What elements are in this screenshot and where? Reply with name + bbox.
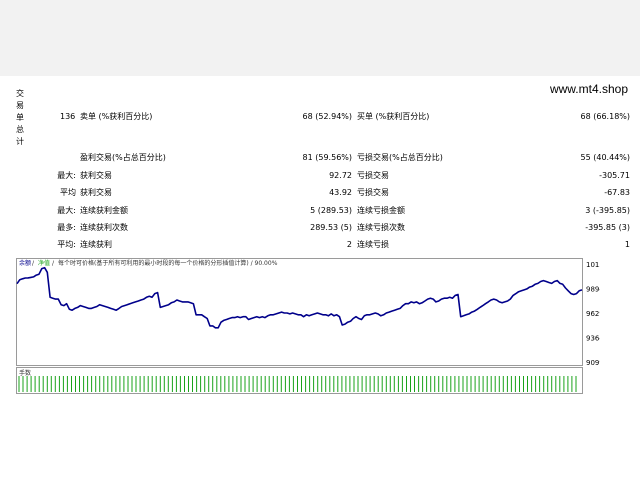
- average-profit-value: 43.92: [329, 188, 352, 197]
- legend-balance: 余额: [19, 259, 31, 267]
- buy-label: 买单 (%获利百分比): [357, 112, 430, 121]
- avg-consecutive-wins-value: 2: [346, 240, 352, 249]
- largest-loss-value: -305.71: [599, 171, 630, 180]
- legend-equity: 净值: [38, 259, 50, 267]
- largest-loss-label: 亏损交易: [357, 171, 389, 180]
- total-trades: 136: [60, 112, 76, 121]
- row-prefix: 平均:: [57, 240, 76, 249]
- balance-chart-svg: 余额 / 净值 / 每个时可价格(基于所有可利用的最小时段的每一个价格的分形插值…: [16, 258, 608, 402]
- profit-trades-label: 盈利交易(%占总百分比): [80, 153, 166, 162]
- buy-value: 68 (66.18%): [580, 112, 630, 121]
- row-prefix: 最大:: [57, 206, 76, 215]
- y-tick-label: 9894: [586, 286, 600, 294]
- stats-row-max-count: 最多: 连续获利次数 289.53 (5) 连续亏损次数 -395.85 (3): [0, 221, 640, 235]
- max-consecutive-wins-label: 连续获利金额: [80, 206, 128, 215]
- section-title-char: 总: [16, 125, 24, 134]
- stats-row-max-consecutive: 最大: 连续获利金额 5 (289.53) 连续亏损金额 3 (-395.85): [0, 204, 640, 218]
- sell-label: 卖单 (%获利百分比): [80, 112, 153, 121]
- stats-row-profit-loss: 盈利交易(%占总百分比) 81 (59.56%) 亏损交易(%占总百分比) 55…: [0, 151, 640, 165]
- y-axis: 10159 9894 9629 9364 9099: [586, 261, 608, 367]
- max-loss-count-value: -395.85 (3): [585, 223, 630, 232]
- avg-consecutive-wins-label: 连续获利: [80, 240, 112, 249]
- loss-trades-value: 55 (40.44%): [580, 153, 630, 162]
- bottom-blank: [0, 410, 640, 480]
- average-loss-value: -67.83: [604, 188, 630, 197]
- chart-legend: 余额 / 净值 / 每个时可价格(基于所有可利用的最小时段的每一个价格的分形插值…: [19, 259, 278, 267]
- stats-row-avg-consecutive: 平均: 连续获利 2 连续亏损 1: [0, 238, 640, 252]
- lots-panel-frame: [16, 367, 583, 394]
- stats-row-average: 平均 获利交易 43.92 亏损交易 -67.83: [0, 186, 640, 200]
- balance-chart: 余额 / 净值 / 每个时可价格(基于所有可利用的最小时段的每一个价格的分形插值…: [16, 258, 608, 402]
- loss-trades-label: 亏损交易(%占总百分比): [357, 153, 443, 162]
- section-title-char: 计: [16, 137, 24, 146]
- y-tick-label: 10159: [586, 261, 600, 269]
- profit-trades-value: 81 (59.56%): [302, 153, 352, 162]
- avg-consecutive-losses-label: 连续亏损: [357, 240, 389, 249]
- average-profit-label: 获利交易: [80, 188, 112, 197]
- chart-plot-frame: [16, 258, 583, 366]
- stats-row-orders: 136 卖单 (%获利百分比) 68 (52.94%) 买单 (%获利百分比) …: [0, 110, 640, 124]
- max-win-count-label: 连续获利次数: [80, 223, 128, 232]
- max-consecutive-losses-label: 连续亏损金额: [357, 206, 405, 215]
- avg-consecutive-losses-value: 1: [624, 240, 630, 249]
- y-tick-label: 9099: [586, 359, 600, 367]
- lots-label: 手数: [19, 369, 31, 377]
- average-loss-label: 亏损交易: [357, 188, 389, 197]
- top-banner: [0, 0, 640, 76]
- max-loss-count-label: 连续亏损次数: [357, 223, 405, 232]
- y-tick-label: 9364: [586, 335, 600, 343]
- largest-profit-label: 获利交易: [80, 171, 112, 180]
- stats-row-largest: 最大: 获利交易 92.72 亏损交易 -305.71: [0, 169, 640, 183]
- row-prefix: 平均: [60, 188, 76, 197]
- row-prefix: 最多:: [57, 223, 76, 232]
- max-win-count-value: 289.53 (5): [310, 223, 352, 232]
- sell-value: 68 (52.94%): [302, 112, 352, 121]
- largest-profit-value: 92.72: [329, 171, 352, 180]
- y-tick-label: 9629: [586, 310, 600, 318]
- max-consecutive-wins-value: 5 (289.53): [310, 206, 352, 215]
- row-prefix: 最大:: [57, 171, 76, 180]
- site-watermark: www.mt4.shop: [549, 82, 628, 96]
- legend-description: 每个时可价格(基于所有可利用的最小时段的每一个价格的分形插值计算) / 90.0…: [58, 259, 278, 267]
- max-consecutive-losses-value: 3 (-395.85): [585, 206, 630, 215]
- section-title-char: 交: [16, 89, 24, 98]
